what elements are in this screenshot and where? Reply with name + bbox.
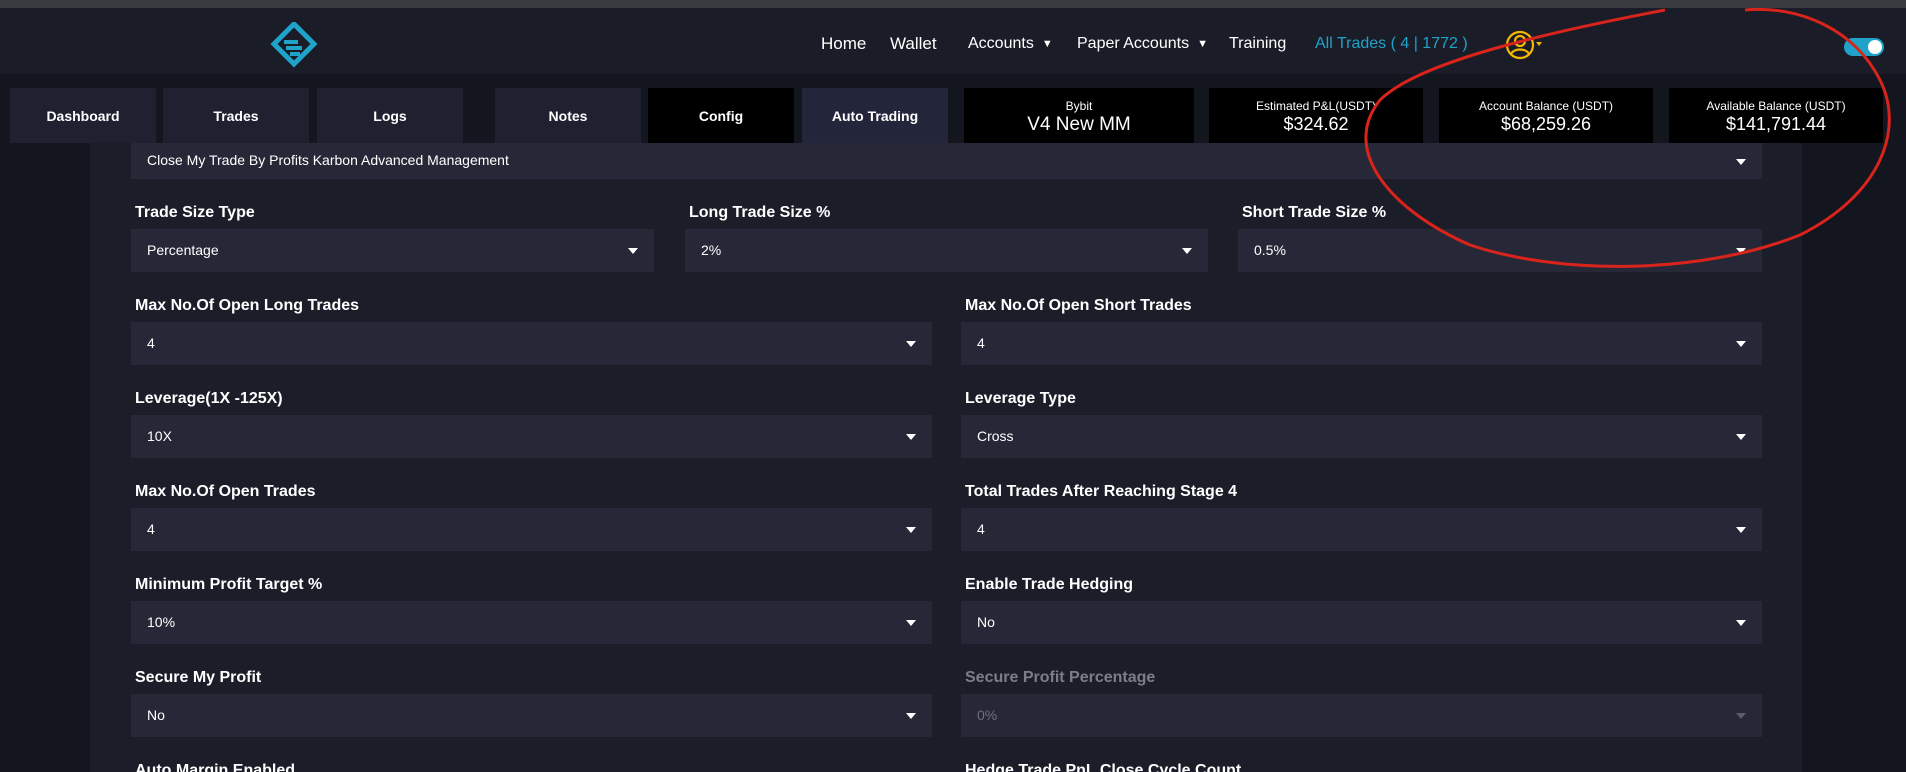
browser-top-strip [0,0,1906,8]
nav-accounts[interactable]: Accounts ▼ [968,35,1053,53]
secure-profit-pct-value: 0% [977,707,998,723]
tab-config[interactable]: Config [648,88,794,143]
long-trade-size-select[interactable]: 2% [685,229,1208,272]
top-navbar: Home Wallet Accounts ▼ Paper Accounts ▼ Tr… [0,8,1906,74]
chevron-down-icon [1736,620,1746,626]
secure-profit-value: No [147,707,165,723]
total-after-stage4-select[interactable]: 4 [961,508,1762,551]
tab-dashboard[interactable]: Dashboard [10,88,156,143]
max-open-long-label: Max No.Of Open Long Trades [135,297,360,314]
leverage-type-value: Cross [977,428,1014,444]
max-open-short-value: 4 [977,335,985,351]
chevron-down-icon [1736,248,1746,254]
close-trade-select[interactable]: Close My Trade By Profits Karbon Advance… [131,143,1762,179]
max-open-short-select[interactable]: 4 [961,322,1762,365]
available-balance-value: $141,791.44 [1725,114,1827,134]
max-open-trades-value: 4 [147,521,155,537]
account-balance-box: Account Balance (USDT) $68,259.26 [1439,88,1653,143]
leverage-label: Leverage(1X -125X) [135,390,283,407]
chevron-down-icon [906,527,916,533]
trade-size-type-label: Trade Size Type [135,204,255,221]
chevron-down-icon: ▼ [1041,37,1053,50]
exchange-account-name: V4 New MM [1027,114,1131,135]
chevron-down-icon [906,434,916,440]
brand-logo-icon[interactable] [270,22,318,68]
chevron-down-icon [906,713,916,719]
chevron-down-icon [1736,341,1746,347]
nav-accounts-label: Accounts [968,35,1034,52]
leverage-value: 10X [147,428,172,444]
nav-paper-accounts[interactable]: Paper Accounts ▼ [1077,35,1208,53]
user-menu[interactable] [1504,29,1544,63]
max-open-trades-label: Max No.Of Open Trades [135,483,316,500]
nav-training[interactable]: Training [1229,35,1286,53]
pnl-label: Estimated P&L(USDT) [1255,99,1377,113]
short-trade-size-label: Short Trade Size % [1242,204,1387,221]
enable-hedging-value: No [977,614,995,630]
nav-all-trades[interactable]: All Trades ( 4 | 1772 ) [1315,35,1468,53]
chevron-down-icon [906,341,916,347]
max-open-short-label: Max No.Of Open Short Trades [965,297,1192,314]
enable-hedging-label: Enable Trade Hedging [965,576,1134,593]
max-open-long-value: 4 [147,335,155,351]
page-gutter [1802,143,1906,772]
nav-wallet[interactable]: Wallet [890,34,937,54]
trade-size-type-select[interactable]: Percentage [131,229,654,272]
total-after-stage4-value: 4 [977,521,985,537]
min-profit-target-select[interactable]: 10% [131,601,932,644]
chevron-down-icon [1736,159,1746,165]
secure-profit-pct-select: 0% [961,694,1762,737]
available-balance-label: Available Balance (USDT) [1706,99,1846,113]
theme-toggle[interactable] [1844,38,1884,56]
leverage-type-label: Leverage Type [965,390,1076,407]
secure-profit-label: Secure My Profit [135,669,262,686]
chevron-down-icon [906,620,916,626]
pnl-value: $324.62 [1283,114,1349,134]
exchange-label: Bybit [1065,99,1093,113]
max-open-trades-select[interactable]: 4 [131,508,932,551]
secure-profit-select[interactable]: No [131,694,932,737]
long-trade-size-value: 2% [701,242,722,258]
chevron-down-icon [1736,434,1746,440]
nav-paper-accounts-label: Paper Accounts [1077,35,1190,52]
tab-notes[interactable]: Notes [495,88,641,143]
secure-profit-pct-label: Secure Profit Percentage [965,669,1156,686]
auto-margin-label: Auto Margin Enabled [135,762,295,772]
short-trade-size-value: 0.5% [1254,242,1286,258]
leverage-type-select[interactable]: Cross [961,415,1762,458]
user-avatar-icon [1505,30,1542,60]
min-profit-target-label: Minimum Profit Target % [135,576,323,593]
tab-trades[interactable]: Trades [163,88,309,143]
trade-size-type-value: Percentage [147,242,219,258]
min-profit-target-value: 10% [147,614,176,630]
hedge-cycle-label: Hedge Trade PnL Close Cycle Count [965,762,1242,772]
tab-auto-trading[interactable]: Auto Trading [802,88,948,143]
tab-logs[interactable]: Logs [317,88,463,143]
enable-hedging-select[interactable]: No [961,601,1762,644]
chevron-down-icon [1182,248,1192,254]
account-balance-value: $68,259.26 [1500,114,1592,134]
max-open-long-select[interactable]: 4 [131,322,932,365]
account-balance-label: Account Balance (USDT) [1478,99,1614,113]
close-trade-value: Close My Trade By Profits Karbon Advance… [147,152,509,168]
chevron-down-icon [628,248,638,254]
nav-home[interactable]: Home [821,34,866,54]
chevron-down-icon: ▼ [1197,37,1208,50]
short-trade-size-select[interactable]: 0.5% [1238,229,1762,272]
total-after-stage4-label: Total Trades After Reaching Stage 4 [965,483,1238,500]
available-balance-box: Available Balance (USDT) $141,791.44 [1669,88,1883,143]
pnl-box: Estimated P&L(USDT) $324.62 [1209,88,1423,143]
chevron-down-icon [1736,527,1746,533]
exchange-account-box: Bybit V4 New MM [964,88,1194,143]
leverage-select[interactable]: 10X [131,415,932,458]
toggle-knob [1868,40,1882,54]
long-trade-size-label: Long Trade Size % [689,204,831,221]
chevron-down-icon [1736,713,1746,719]
